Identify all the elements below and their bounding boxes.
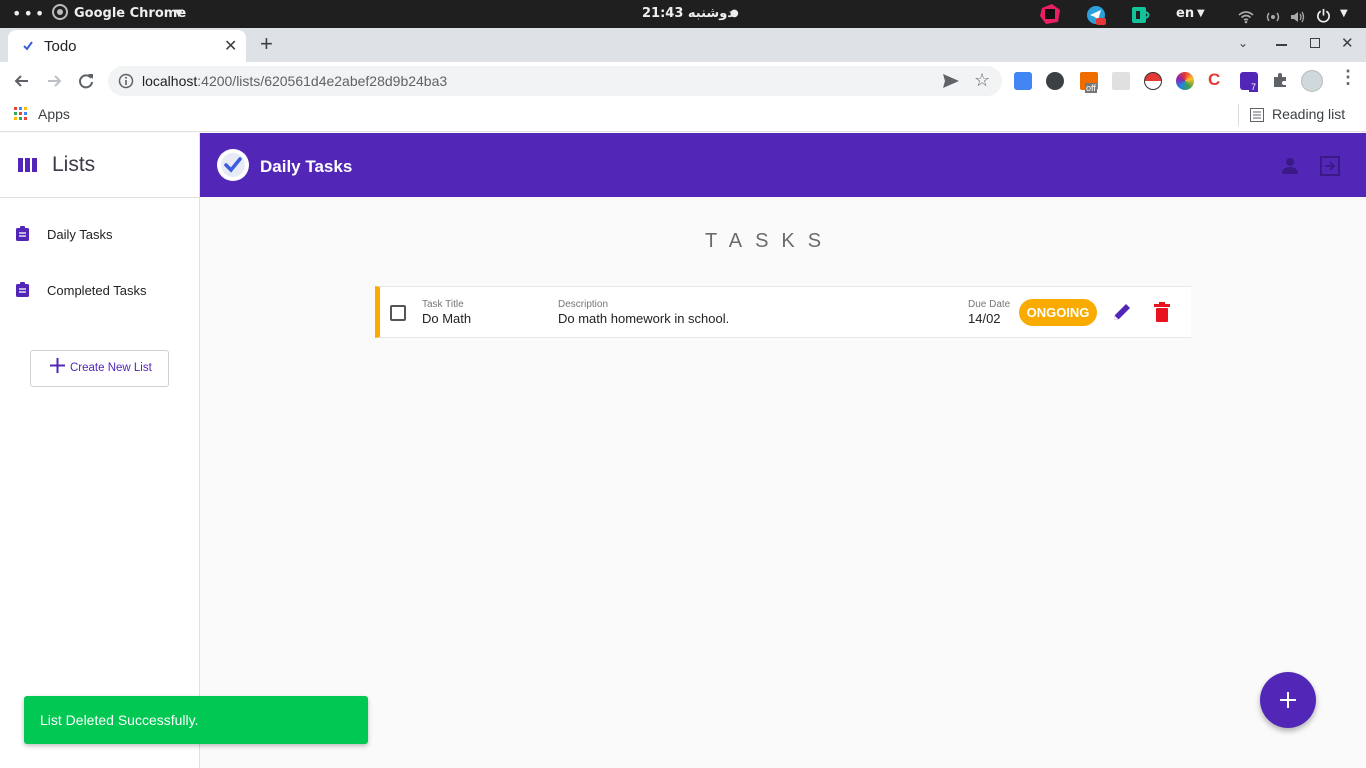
reload-icon[interactable] <box>76 71 96 96</box>
add-plus-icon <box>1280 692 1296 713</box>
app-header: Daily Tasks <box>200 133 1366 197</box>
back-icon[interactable] <box>12 71 32 96</box>
forward-icon[interactable] <box>44 71 64 96</box>
url-text: localhost:4200/lists/620561d4e2abef28d9b… <box>142 73 447 89</box>
system-menu-chevron-icon[interactable]: ▼ <box>1340 0 1348 28</box>
app-logo-icon <box>217 149 249 181</box>
address-bar[interactable]: localhost:4200/lists/620561d4e2abef28d9b… <box>108 66 1002 96</box>
extension-7-badge: 7 <box>1249 82 1259 92</box>
account-icon[interactable] <box>1281 157 1299 180</box>
sidebar-item-completed-tasks[interactable]: Completed Tasks <box>0 269 199 309</box>
task-title-label: Task Title <box>422 299 464 310</box>
activities-dots-icon[interactable]: ••• <box>12 0 46 28</box>
edit-pencil-icon[interactable] <box>1112 302 1132 327</box>
chrome-menu-icon[interactable]: ⋮ <box>1339 67 1357 88</box>
create-new-list-label: Create New List <box>70 362 152 374</box>
bookmarks-bar: Apps Reading list <box>0 100 1366 132</box>
status-badge: ONGOING <box>1019 299 1097 326</box>
new-tab-icon[interactable]: + <box>260 31 273 57</box>
clock[interactable]: 21:43 دوشنبه <box>642 0 734 28</box>
create-new-list-button[interactable]: Create New List <box>30 350 169 387</box>
header-title: Daily Tasks <box>260 157 353 176</box>
sidebar-header: Lists <box>0 133 199 198</box>
lists-columns-icon <box>18 157 38 178</box>
pokeball-extension-icon[interactable] <box>1144 72 1162 90</box>
extensions-puzzle-icon[interactable] <box>1271 71 1289 94</box>
extension-4-icon[interactable] <box>1112 72 1130 90</box>
maximize-icon[interactable] <box>1310 38 1320 48</box>
sidebar-item-label: Completed Tasks <box>47 283 147 298</box>
notification-dot-icon: ● <box>730 8 739 19</box>
color-picker-extension-icon[interactable] <box>1176 72 1194 90</box>
task-due-date-label: Due Date <box>968 299 1011 310</box>
task-due-date: 14/02 <box>968 311 1001 326</box>
apps-link[interactable]: Apps <box>38 106 70 122</box>
tab-search-chevron-icon[interactable]: ⌄ <box>1238 36 1248 50</box>
bookmark-star-icon[interactable]: ☆ <box>974 70 990 91</box>
add-task-fab[interactable] <box>1260 672 1316 728</box>
toast-message: List Deleted Successfully. <box>40 712 199 728</box>
tab-strip: Todo ✕ + ⌄ ✕ <box>0 28 1366 62</box>
delete-trash-icon[interactable] <box>1154 302 1170 327</box>
tab-todo[interactable]: Todo ✕ <box>8 30 246 62</box>
todo-favicon-icon <box>22 39 34 57</box>
profile-avatar[interactable] <box>1301 70 1323 92</box>
minimize-icon[interactable] <box>1276 44 1287 46</box>
language-chevron-icon[interactable]: ▼ <box>1197 0 1205 28</box>
translate-extension-icon[interactable] <box>1014 72 1032 90</box>
extension-c-icon[interactable]: C <box>1208 70 1220 90</box>
task-row[interactable]: Task Title Do Math Description Do math h… <box>375 286 1191 338</box>
tab-title: Todo <box>44 38 77 55</box>
language-indicator[interactable]: en <box>1176 0 1194 28</box>
clipboard-icon <box>16 226 29 246</box>
reading-list-icon[interactable] <box>1250 108 1264 127</box>
site-info-icon[interactable] <box>118 73 134 94</box>
plus-icon <box>50 358 65 378</box>
window-close-icon[interactable]: ✕ <box>1341 34 1354 52</box>
snackbar-toast: List Deleted Successfully. <box>24 696 368 744</box>
task-title: Do Math <box>422 311 472 326</box>
sidebar-item-label: Daily Tasks <box>47 227 113 242</box>
extension-off-badge: off <box>1085 83 1097 93</box>
task-checkbox[interactable] <box>390 305 406 321</box>
sidebar: Lists Daily Tasks Completed Tasks Create… <box>0 133 200 768</box>
app-menu-chevron-icon[interactable]: ▼ <box>175 0 183 28</box>
url-path: :4200/lists/620561d4e2abef28d9b24ba3 <box>197 73 448 89</box>
main-content: TASKS Task Title Do Math Description Do … <box>200 197 1366 768</box>
logout-icon[interactable] <box>1320 156 1340 181</box>
reading-list-link[interactable]: Reading list <box>1272 106 1345 122</box>
chrome-app-icon <box>52 0 68 28</box>
browser-toolbar: localhost:4200/lists/620561d4e2abef28d9b… <box>0 62 1366 100</box>
url-host: localhost <box>142 73 198 89</box>
task-description: Do math homework in school. <box>558 311 730 326</box>
clipboard-icon <box>16 282 29 302</box>
app-menu-label[interactable]: Google Chrome <box>74 0 186 28</box>
send-tab-icon[interactable] <box>942 73 960 94</box>
sidebar-title: Lists <box>52 153 96 176</box>
os-top-bar: ••• Google Chrome ▼ 21:43 دوشنبه ● en ▼ … <box>0 0 1366 28</box>
tab-close-icon[interactable]: ✕ <box>224 36 237 56</box>
bookmarks-divider <box>1238 104 1239 126</box>
task-description-label: Description <box>558 299 609 310</box>
sidebar-item-daily-tasks[interactable]: Daily Tasks <box>0 213 199 253</box>
tasks-heading: TASKS <box>705 230 835 252</box>
apps-grid-icon[interactable] <box>14 107 28 126</box>
extension-2-icon[interactable] <box>1046 72 1064 90</box>
